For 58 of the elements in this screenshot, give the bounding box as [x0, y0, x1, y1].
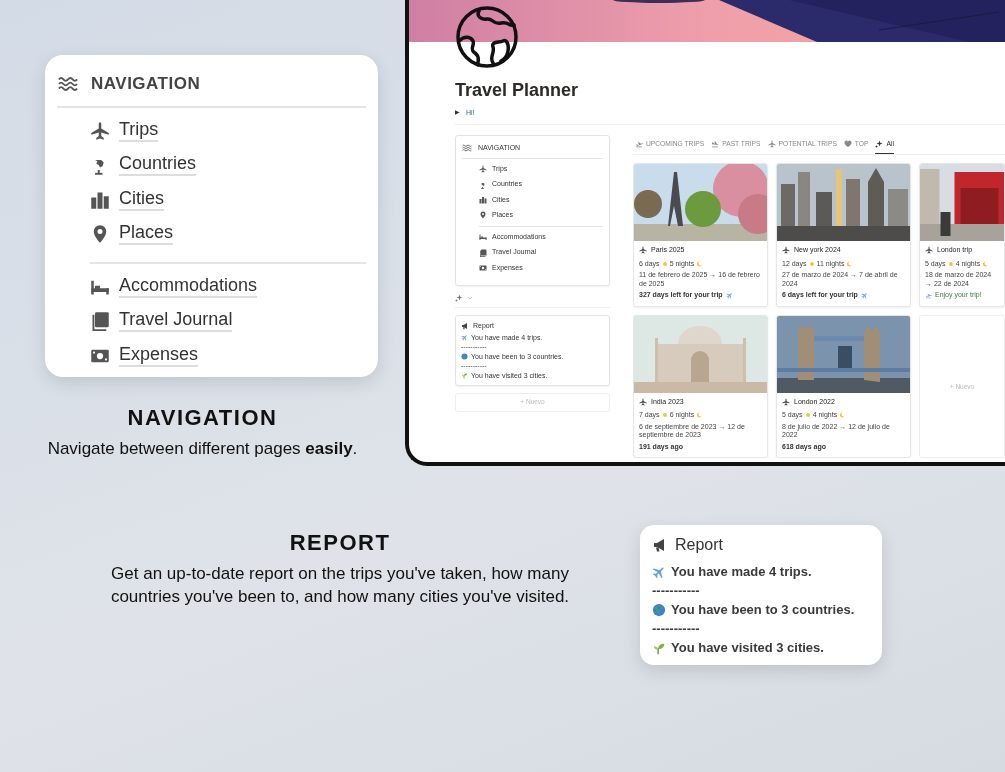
- banknote-icon: [479, 264, 487, 272]
- sun-icon: [661, 260, 668, 267]
- megaphone-icon: [461, 321, 469, 330]
- airplane-icon: [461, 334, 468, 342]
- report-line: You have made 4 trips.: [671, 562, 812, 581]
- caret-icon: [467, 294, 473, 301]
- airplane-icon: [90, 120, 110, 141]
- feature-heading: REPORT: [288, 530, 392, 557]
- departing-plane-icon: [635, 140, 643, 149]
- feature-caption: Navigate between different pages easily.: [46, 438, 359, 461]
- location-pin-icon: [479, 211, 487, 220]
- bed-icon: [479, 233, 487, 242]
- earth-icon: [652, 602, 666, 617]
- separator-text: -----------: [652, 619, 700, 638]
- report-line: You have visited 3 cities.: [671, 638, 824, 657]
- sparkle-icon: [875, 140, 884, 149]
- waves-icon: [462, 144, 472, 153]
- airplane-icon: [479, 165, 487, 174]
- nav-link[interactable]: Cities: [119, 188, 164, 211]
- airplane-icon: [925, 246, 933, 255]
- book-icon: [90, 311, 110, 332]
- moon-icon: [696, 412, 703, 419]
- airplane-icon: [725, 291, 733, 299]
- nav-link[interactable]: Countries: [119, 154, 197, 177]
- report-line: You have been to 3 countries.: [671, 600, 855, 619]
- feature-heading: NAVIGATION: [126, 405, 279, 432]
- buildings-icon: [479, 195, 487, 204]
- airplane-icon: [782, 397, 790, 406]
- nav-link[interactable]: Accommodations: [119, 275, 258, 298]
- separator-text: -----------: [652, 581, 700, 600]
- heart-icon: [843, 140, 852, 149]
- sun-icon: [947, 260, 954, 267]
- earth-icon: [461, 353, 468, 361]
- airplane-icon: [860, 291, 868, 299]
- nav-link[interactable]: Expenses: [119, 344, 199, 367]
- seedling-icon: [461, 372, 468, 380]
- airplane-icon: [639, 397, 647, 406]
- sparkle-icon: [455, 293, 463, 302]
- moon-icon: [982, 260, 989, 267]
- moon-icon: [696, 260, 703, 267]
- waves-icon: [57, 75, 79, 92]
- nav-link[interactable]: Places: [119, 223, 174, 246]
- book-icon: [479, 248, 487, 257]
- navigation-heading: NAVIGATION: [91, 73, 201, 95]
- moon-icon: [839, 412, 846, 419]
- sun-icon: [804, 412, 811, 419]
- nav-link[interactable]: Trips: [119, 119, 159, 142]
- departing-plane-icon: [925, 291, 932, 299]
- airplane-icon: [782, 246, 790, 255]
- report-title: Report: [675, 535, 724, 555]
- page-title: Travel Planner: [455, 80, 580, 102]
- moon-icon: [846, 260, 853, 267]
- sun-icon: [808, 260, 815, 267]
- airplane-icon: [639, 246, 647, 255]
- nav-link[interactable]: Travel Journal: [119, 310, 233, 333]
- airplane-icon: [767, 140, 776, 149]
- feature-caption: Get an up-to-date report on the trips you've taken, how many countries you've been to, and how many cities you've visited.: [109, 563, 571, 609]
- sun-icon: [661, 412, 668, 419]
